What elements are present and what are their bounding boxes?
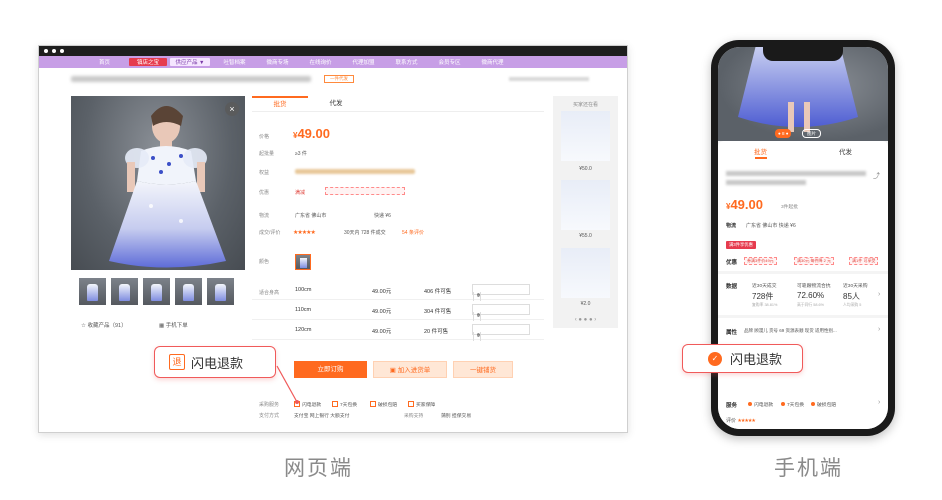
callout-web-text: 闪电退款 [191, 355, 244, 371]
mobile-review-row[interactable]: 评价 ★★★★★ [718, 415, 888, 429]
promo-badge: 满3件享优惠 [726, 241, 756, 249]
mobile-title-blurred [726, 171, 866, 176]
web-label: 网页端 [284, 457, 353, 480]
stat-value: 728件 [752, 292, 774, 301]
stat-value: 72.60% [797, 291, 825, 300]
callout-mobile-refund: ✓ 闪电退款 [682, 344, 803, 373]
mobile-moq: 3件起批 [781, 205, 799, 210]
section-divider [718, 315, 888, 318]
tab-wholesale[interactable]: 批货 [718, 146, 803, 160]
mobile-service-label: 服务 [726, 403, 738, 409]
refund-badge-icon: 退 [169, 354, 185, 370]
stat-title: 近30天成交 [752, 284, 777, 289]
mobile-shipping-text: 广东省 佛山市 快递 ¥6 [746, 223, 796, 229]
service-dot-icon [781, 402, 785, 406]
service-dot-icon [748, 402, 752, 406]
review-label: 评价 [726, 418, 737, 424]
service-exchange[interactable]: 7天包换 [781, 401, 804, 408]
mobile-coupon-label: 优惠 [726, 260, 738, 266]
service-exchange-label: 7天包换 [787, 403, 805, 408]
service-damage[interactable]: 破损包赔 [811, 401, 836, 408]
section-divider [718, 271, 888, 274]
coupon-pill[interactable]: 券满3件价49元 [744, 257, 777, 265]
connector-dot [295, 400, 299, 404]
mobile-label: 手机端 [774, 457, 843, 480]
stat-value: 85人 [843, 292, 860, 301]
service-damage-label: 破损包赔 [817, 403, 837, 408]
chevron-right-icon[interactable]: › [878, 399, 880, 406]
coupon-pill[interactable]: 满1件 可享受 [849, 257, 879, 265]
stat-title: 近30天采购 [843, 284, 868, 289]
callout-mobile-text: 闪电退款 [730, 352, 783, 367]
mobile-data-label: 数据 [726, 284, 738, 290]
image-counter-badge: ● 8 ● [775, 129, 792, 138]
phone-mockup: ● 8 ● 图片 批货 代发 ⤴ ¥49.00 3件起批 物流 广东省 佛山市 … [711, 40, 895, 436]
share-icon[interactable]: ⤴ [873, 171, 880, 181]
dress-illustration [738, 47, 858, 132]
mobile-title-blurred [726, 180, 806, 185]
callout-web-refund: 退 闪电退款 [154, 346, 276, 378]
tab-dropship[interactable]: 代发 [803, 146, 888, 160]
service-dot-icon [811, 402, 815, 406]
mobile-price: ¥49.00 [726, 197, 763, 212]
mobile-mode-tabs: 批货 代发 [718, 146, 888, 160]
check-icon: ✓ [708, 351, 722, 366]
image-tab-badge[interactable]: 图片 [802, 129, 821, 138]
mobile-attr-label: 属性 [726, 330, 738, 336]
stat-title: 可靠跟物流合抗 [797, 284, 831, 289]
mobile-hero-image[interactable]: ● 8 ● 图片 [718, 47, 888, 141]
mobile-shipping-label: 物流 [726, 223, 737, 229]
chevron-right-icon[interactable]: › [878, 291, 880, 298]
coupon-pill[interactable]: 满30元 每件降 2 元 [794, 257, 835, 265]
mobile-attr-text: 品牌 顾漫儿 货号 69 资源表顺 现货 适用性别... [744, 328, 837, 333]
review-stars: ★★★★★ [737, 418, 755, 424]
chevron-right-icon[interactable]: › [878, 326, 880, 333]
phone-notch [763, 47, 843, 61]
service-refund[interactable]: 闪电退款 [748, 401, 773, 408]
stat-sub: 高于同行 58.6% [797, 303, 825, 307]
connector-line [276, 365, 298, 403]
service-refund-label: 闪电退款 [754, 403, 774, 408]
stat-sub: 复购率 38.81% [752, 303, 778, 307]
price-value: 49.00 [730, 197, 763, 212]
stat-sub: 人均采购 5 [843, 303, 862, 307]
